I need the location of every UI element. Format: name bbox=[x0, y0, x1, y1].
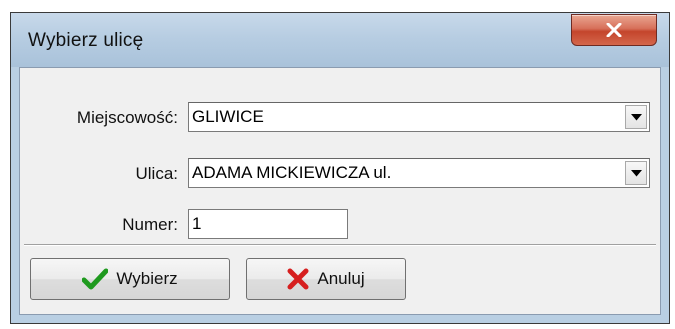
dialog-window: Wybierz ulicę Miejscowość: GLIWICE Ulica… bbox=[10, 12, 670, 324]
dialog-client-area: Miejscowość: GLIWICE Ulica: ADAMA MICKIE… bbox=[19, 67, 661, 315]
anuluj-button[interactable]: Anuluj bbox=[246, 258, 406, 300]
window-title: Wybierz ulicę bbox=[28, 30, 144, 51]
ulica-combobox[interactable]: ADAMA MICKIEWICZA ul. bbox=[188, 158, 650, 188]
numer-input[interactable]: 1 bbox=[188, 209, 348, 239]
miejscowosc-combobox[interactable]: GLIWICE bbox=[188, 102, 650, 132]
red-x-icon bbox=[287, 268, 309, 290]
wybierz-button[interactable]: Wybierz bbox=[30, 258, 230, 300]
numer-label: Numer: bbox=[122, 215, 178, 234]
wybierz-label: Wybierz bbox=[116, 269, 178, 288]
ulica-label: Ulica: bbox=[135, 164, 178, 183]
title-bar[interactable]: Wybierz ulicę bbox=[11, 13, 669, 67]
anuluj-label: Anuluj bbox=[317, 269, 365, 288]
close-button[interactable] bbox=[571, 14, 657, 46]
numer-value: 1 bbox=[192, 214, 202, 233]
close-x-icon bbox=[606, 23, 622, 37]
chevron-down-icon bbox=[630, 108, 642, 126]
miejscowosc-label: Miejscowość: bbox=[76, 108, 178, 127]
chevron-down-icon bbox=[630, 164, 642, 182]
miejscowosc-dropdown-button[interactable] bbox=[625, 105, 647, 129]
checkmark-icon bbox=[82, 268, 109, 290]
separator bbox=[24, 244, 656, 246]
ulica-value: ADAMA MICKIEWICZA ul. bbox=[192, 163, 392, 182]
ulica-dropdown-button[interactable] bbox=[625, 161, 647, 185]
miejscowosc-value: GLIWICE bbox=[192, 107, 264, 126]
